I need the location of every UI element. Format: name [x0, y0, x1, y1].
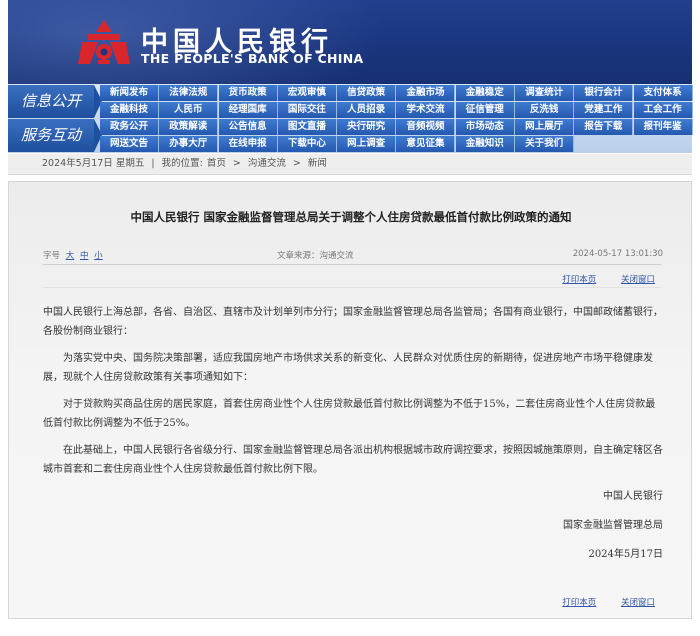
- article-panel: 中国人民银行 国家金融监督管理总局关于调整个人住房贷款最低首付款比例政策的通知 …: [8, 181, 692, 619]
- font-size-controls: 字号 大 中 小: [43, 249, 103, 261]
- nav-item[interactable]: 金融知识: [455, 136, 515, 152]
- nav-item[interactable]: 金融科技: [100, 102, 159, 118]
- divider: [43, 264, 661, 265]
- nav-item[interactable]: 人员招录: [337, 102, 397, 118]
- nav-item[interactable]: 金融市场: [396, 85, 456, 101]
- divider: [43, 287, 661, 288]
- font-size-small-link[interactable]: 小: [94, 251, 103, 261]
- nav-item[interactable]: 报告下载: [574, 119, 634, 135]
- nav-item[interactable]: 意见征集: [396, 136, 456, 152]
- nav-item[interactable]: 国际交往: [277, 102, 337, 118]
- nav-item[interactable]: 调查统计: [515, 85, 575, 101]
- nav-row: 政务公开 政策解读 公告信息 图文直播 央行研究 音频视频 市场动态 网上展厅 报告下载 报刊年鉴: [100, 119, 693, 135]
- nav-item[interactable]: 宏观审慎: [277, 85, 337, 101]
- nav-item[interactable]: 网上调查: [337, 136, 397, 152]
- breadcrumb-home-link[interactable]: 首页: [207, 158, 226, 169]
- font-size-label: 字号: [43, 251, 61, 261]
- nav-item[interactable]: 央行研究: [337, 119, 397, 135]
- nav-item[interactable]: 网送文告: [100, 136, 159, 152]
- nav-group-info: 信息公开 新闻发布 法律法规 货币政策 宏观审慎 信贷政策 金融市场 金融稳定 调查统计 银行会…: [8, 85, 693, 118]
- article-actions-top: 打印本页 关闭窗口: [540, 273, 655, 285]
- signature-nfra: 国家金融监督管理总局: [563, 520, 663, 531]
- print-page-link[interactable]: 打印本页: [562, 598, 596, 608]
- nav-item[interactable]: 工会工作: [633, 102, 693, 118]
- signature-date: 2024年5月17日: [588, 549, 663, 560]
- breadcrumb-news-link[interactable]: 新闻: [308, 158, 327, 169]
- nav-group-label-info[interactable]: 信息公开: [8, 85, 102, 118]
- nav-item[interactable]: 下载中心: [277, 136, 337, 152]
- article-paragraph: 在此基础上，中国人民银行各省级分行、国家金融监督管理总局各派出机构根据城市政府调…: [43, 445, 663, 475]
- nav-item[interactable]: 报刊年鉴: [633, 119, 693, 135]
- article-paragraph: 为落实党中央、国务院决策部署，适应我国房地产市场供求关系的新变化、人民群众对优质…: [43, 353, 653, 383]
- main-navigation: 信息公开 新闻发布 法律法规 货币政策 宏观审慎 信贷政策 金融市场 金融稳定 调查统计 银行会…: [8, 84, 693, 153]
- nav-group-label-service[interactable]: 服务互动: [8, 119, 102, 152]
- nav-item[interactable]: 银行会计: [574, 85, 634, 101]
- nav-row: 网送文告 办事大厅 在线申报 下载中心 网上调查 意见征集 金融知识 关于我们: [100, 136, 575, 152]
- font-size-large-link[interactable]: 大: [66, 251, 75, 261]
- article-paragraph: 对于贷款购买商品住房的居民家庭，首套住房商业性个人住房贷款最低首付款比例调整为不…: [43, 399, 656, 429]
- article-body: 中国人民银行上海总部，各省、自治区、直辖市及计划单列市分行；国家金融监督管理总局…: [43, 303, 663, 572]
- nav-item[interactable]: 信贷政策: [337, 85, 397, 101]
- nav-item[interactable]: 法律法规: [159, 85, 219, 101]
- nav-item[interactable]: 货币政策: [218, 85, 278, 101]
- nav-item[interactable]: 人民币: [159, 102, 219, 118]
- close-window-link[interactable]: 关闭窗口: [621, 275, 655, 285]
- nav-item[interactable]: 党建工作: [574, 102, 634, 118]
- nav-row: 新闻发布 法律法规 货币政策 宏观审慎 信贷政策 金融市场 金融稳定 调查统计 银行会计 支付体系: [100, 85, 693, 101]
- current-date: 2024年5月17日 星期五: [42, 158, 145, 169]
- breadcrumb: 2024年5月17日 星期五 | 我的位置: 首页 > 沟通交流 > 新闻: [8, 154, 692, 175]
- bank-name-en: THE PEOPLE'S BANK OF CHINA: [141, 51, 364, 66]
- site-banner: 中国人民银行 THE PEOPLE'S BANK OF CHINA: [8, 0, 692, 84]
- pboc-logo-icon[interactable]: [78, 18, 130, 66]
- location-label: 我的位置:: [161, 158, 203, 169]
- print-page-link[interactable]: 打印本页: [562, 275, 596, 285]
- nav-group-service: 服务互动 政务公开 政策解读 公告信息 图文直播 央行研究 音频视频 市场动态 网上展厅 报告下…: [8, 119, 693, 152]
- signature-pboc: 中国人民银行: [603, 491, 663, 502]
- nav-item[interactable]: 征信管理: [455, 102, 515, 118]
- nav-item[interactable]: 新闻发布: [100, 85, 159, 101]
- article-source: 文章来源：沟通交流: [277, 251, 354, 261]
- nav-item[interactable]: 反洗钱: [515, 102, 575, 118]
- nav-item[interactable]: 市场动态: [455, 119, 515, 135]
- nav-item[interactable]: 学术交流: [396, 102, 456, 118]
- nav-item[interactable]: 公告信息: [218, 119, 278, 135]
- nav-item[interactable]: 音频视频: [396, 119, 456, 135]
- breadcrumb-communication-link[interactable]: 沟通交流: [248, 158, 286, 169]
- nav-item[interactable]: 经理国库: [218, 102, 278, 118]
- nav-item[interactable]: 办事大厅: [159, 136, 219, 152]
- nav-item[interactable]: 金融稳定: [455, 85, 515, 101]
- nav-item[interactable]: 关于我们: [515, 136, 575, 152]
- article-meta: 字号 大 中 小 文章来源：沟通交流 2024-05-17 13:01:30: [43, 249, 663, 263]
- nav-item[interactable]: 图文直播: [277, 119, 337, 135]
- article-actions-bottom: 打印本页 关闭窗口: [540, 596, 655, 608]
- article-title: 中国人民银行 国家金融监督管理总局关于调整个人住房贷款最低首付款比例政策的通知: [130, 210, 572, 224]
- nav-item[interactable]: 在线申报: [218, 136, 278, 152]
- nav-item[interactable]: 政策解读: [159, 119, 219, 135]
- font-size-medium-link[interactable]: 中: [80, 251, 89, 261]
- article-datetime: 2024-05-17 13:01:30: [572, 249, 663, 259]
- nav-item[interactable]: 政务公开: [100, 119, 159, 135]
- nav-row: 金融科技 人民币 经理国库 国际交往 人员招录 学术交流 征信管理 反洗钱 党建工作 工会工作: [100, 102, 693, 118]
- nav-item[interactable]: 网上展厅: [515, 119, 575, 135]
- article-paragraph-addressees: 中国人民银行上海总部，各省、自治区、直辖市及计划单列市分行；国家金融监督管理总局…: [43, 307, 663, 337]
- nav-item[interactable]: 支付体系: [633, 85, 693, 101]
- close-window-link[interactable]: 关闭窗口: [621, 598, 655, 608]
